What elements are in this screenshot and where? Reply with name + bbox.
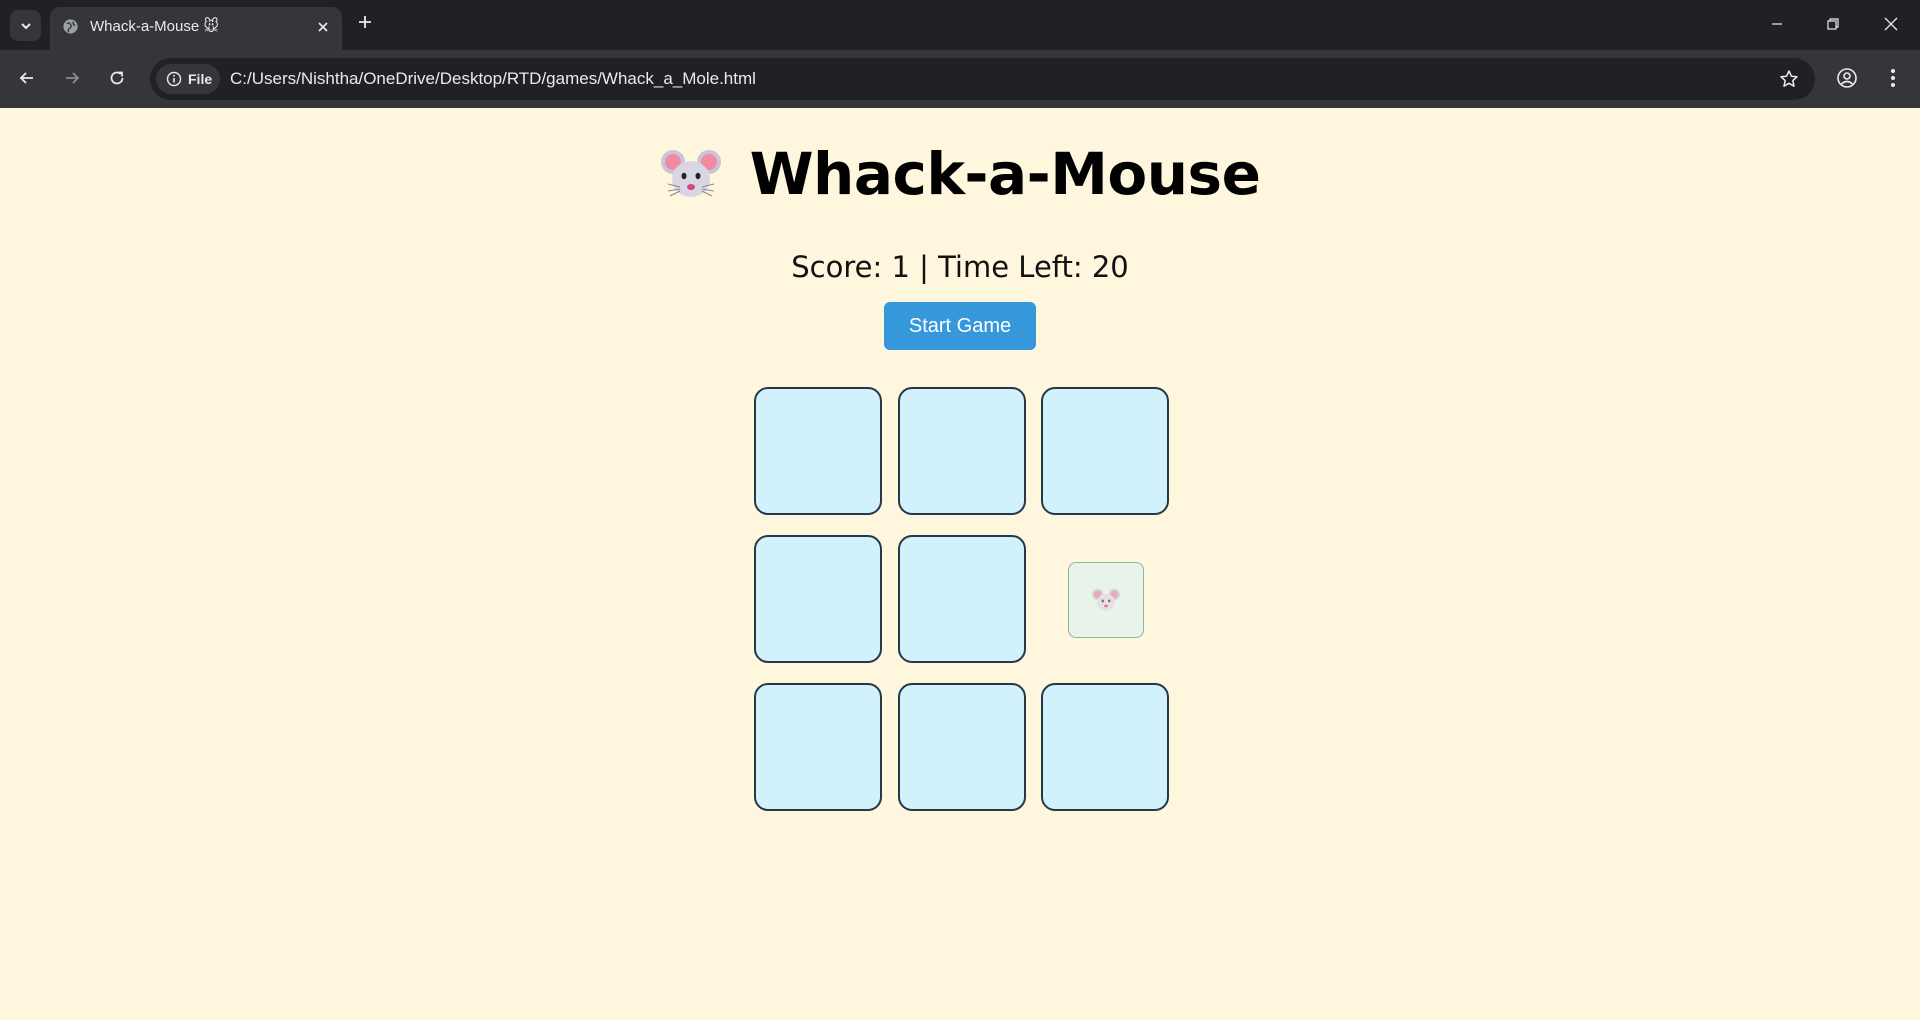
profile-button[interactable] (1833, 64, 1861, 92)
hole-4[interactable] (754, 535, 882, 663)
hole-7[interactable] (754, 683, 882, 811)
tab-title: Whack-a-Mouse 🐭 (90, 18, 220, 35)
close-icon (318, 22, 328, 32)
start-game-button[interactable]: Start Game (884, 302, 1036, 350)
back-button[interactable] (13, 64, 41, 92)
globe-icon (63, 19, 78, 34)
hole-5[interactable] (898, 535, 1026, 663)
site-chip-label: File (188, 71, 213, 87)
restore-button[interactable] (1819, 10, 1847, 38)
star-icon (1780, 70, 1798, 87)
game-grid (754, 387, 1170, 811)
browser-menu-button[interactable] (1879, 64, 1907, 92)
close-tab-button[interactable] (314, 18, 332, 36)
close-window-button[interactable] (1877, 10, 1905, 38)
arrow-right-icon (66, 72, 80, 84)
reload-icon (110, 71, 124, 85)
address-bar[interactable]: File C:/Users/Nishtha/OneDrive/Desktop/R… (150, 58, 1815, 100)
minimize-icon (1772, 23, 1782, 25)
hole-8[interactable] (898, 683, 1026, 811)
mouse-face-icon (660, 150, 721, 197)
tab-strip: Whack-a-Mouse 🐭 (0, 0, 1920, 50)
arrow-left-icon (19, 72, 33, 84)
info-icon (166, 71, 182, 87)
close-icon (1884, 17, 1898, 31)
hole-9[interactable] (1041, 683, 1169, 811)
browser-toolbar: File C:/Users/Nishtha/OneDrive/Desktop/R… (0, 50, 1920, 108)
minimize-button[interactable] (1763, 10, 1791, 38)
site-info-chip[interactable]: File (156, 64, 220, 94)
active-tab[interactable]: Whack-a-Mouse 🐭 (50, 7, 342, 50)
game-page: Whack-a-Mouse Score: 1 | Time Left: 20 S… (0, 108, 1920, 1020)
bookmark-button[interactable] (1777, 67, 1801, 91)
forward-button[interactable] (58, 64, 86, 92)
account-icon (1837, 68, 1857, 88)
hole-1[interactable] (754, 387, 882, 515)
restore-icon (1827, 18, 1839, 30)
plus-icon (359, 16, 371, 28)
tab-search-button[interactable] (10, 10, 41, 41)
page-title-row: Whack-a-Mouse (0, 140, 1920, 208)
page-title: Whack-a-Mouse (749, 140, 1261, 208)
chevron-down-icon (20, 22, 31, 29)
new-tab-button[interactable] (355, 12, 375, 32)
hole-6-mouse[interactable] (1068, 562, 1144, 638)
score-time-display: Score: 1 | Time Left: 20 (791, 250, 1129, 284)
more-vert-icon (1891, 69, 1895, 87)
hole-3[interactable] (1041, 387, 1169, 515)
url-text[interactable]: C:/Users/Nishtha/OneDrive/Desktop/RTD/ga… (230, 69, 756, 89)
hole-2[interactable] (898, 387, 1026, 515)
mouse-icon (1092, 588, 1120, 611)
reload-button[interactable] (103, 64, 131, 92)
